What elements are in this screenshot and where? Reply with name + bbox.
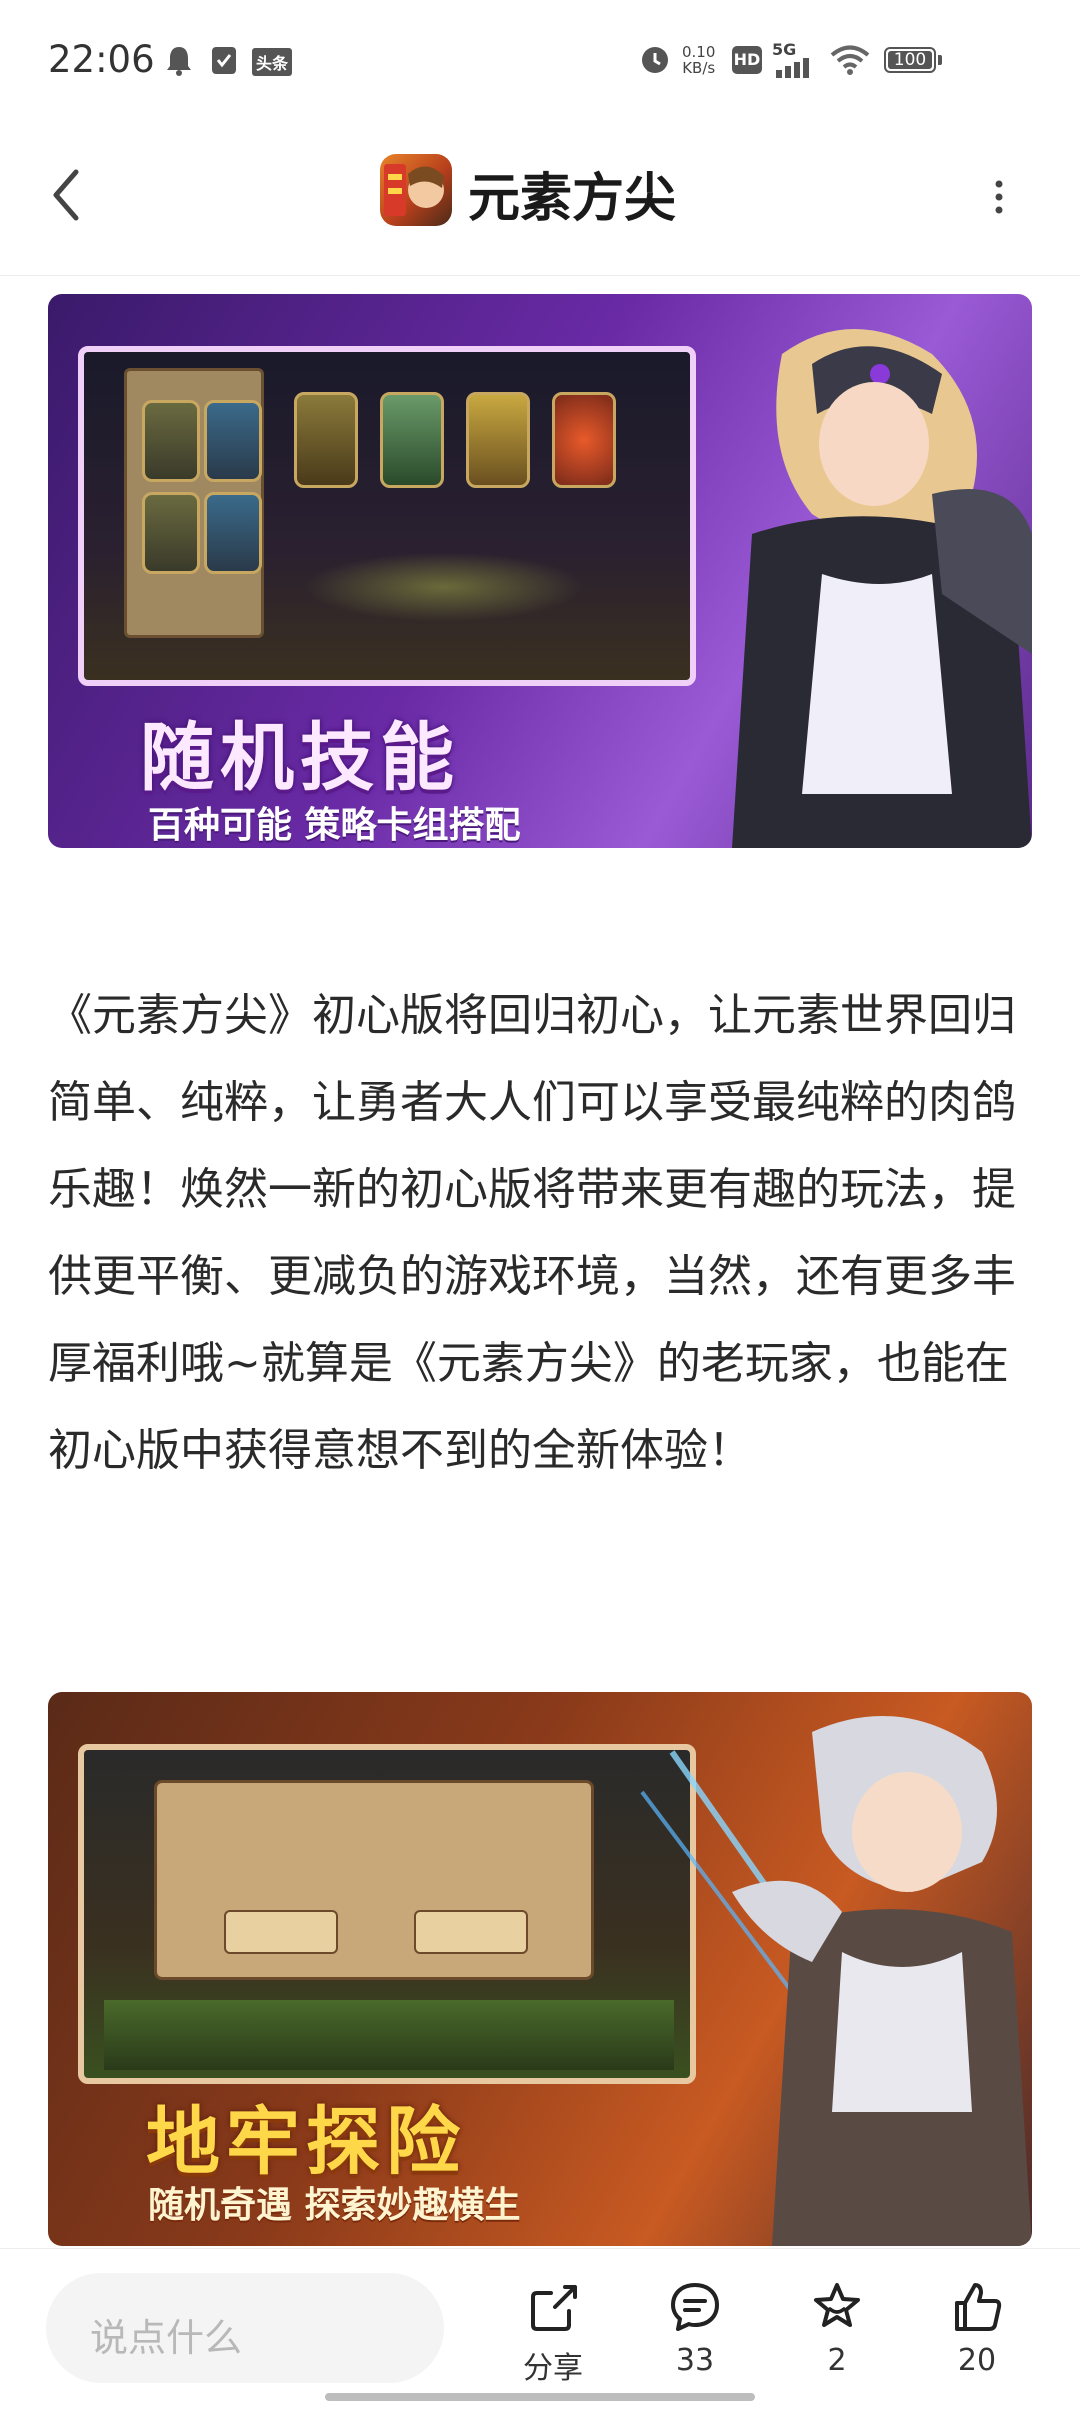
dialog-option <box>224 1910 338 1954</box>
status-bar: 22:06 头条 0.10 KB/s HD 5G 100 <box>0 0 1080 120</box>
battle-ground <box>304 552 584 622</box>
more-vertical-icon[interactable] <box>984 172 1014 222</box>
net-speed: 0.10 KB/s <box>682 44 715 76</box>
skill-card <box>552 392 616 488</box>
banner-headline: 地牢探险 <box>146 2099 466 2185</box>
skill-card <box>204 492 262 574</box>
home-indicator[interactable] <box>325 2393 755 2401</box>
skill-card <box>142 400 200 482</box>
net-speed-unit: KB/s <box>682 59 716 77</box>
battery-icon: 100 <box>884 47 942 73</box>
battle-ground <box>104 2000 674 2070</box>
share-label: 分享 <box>523 2351 583 2386</box>
hd-badge: HD <box>732 46 762 74</box>
top-nav: 元素方尖 <box>0 120 1080 276</box>
back-arrow-icon[interactable] <box>42 160 92 230</box>
character-illustration <box>640 1716 1032 2246</box>
share-icon <box>531 2285 577 2331</box>
battery-level: 100 <box>888 51 932 69</box>
signal-icon <box>776 58 809 78</box>
comment-input[interactable]: 说点什么 <box>46 2273 444 2383</box>
banner-subline: 随机奇遇 探索妙趣横生 <box>148 2185 521 2226</box>
event-dialog <box>154 1780 594 1980</box>
promo-banner-dungeon[interactable]: 地牢探险 随机奇遇 探索妙趣横生 <box>48 1692 1032 2246</box>
skill-card <box>294 392 358 488</box>
favorite-button[interactable]: 2 <box>792 2279 882 2378</box>
article-paragraph: 《元素方尖》初心版将回归初心，让元素世界回归简单、纯粹，让勇者大人们可以享受最纯… <box>48 990 1016 1476</box>
skill-card <box>380 392 444 488</box>
wifi-icon <box>830 45 870 75</box>
skill-card <box>204 400 262 482</box>
share-button[interactable]: 分享 <box>508 2279 598 2387</box>
game-screenshot <box>78 1744 696 2084</box>
promo-banner-random-skills[interactable]: 随机技能 百种可能 策略卡组搭配 <box>48 294 1032 848</box>
check-square-icon <box>212 47 236 74</box>
status-time: 22:06 <box>48 38 155 81</box>
comments-count: 33 <box>675 2343 715 2378</box>
dialog-option <box>414 1910 528 1954</box>
favorites-count: 2 <box>827 2343 847 2378</box>
likes-count: 20 <box>957 2343 997 2378</box>
net-speed-value: 0.10 <box>682 43 716 61</box>
like-button[interactable]: 20 <box>932 2279 1022 2378</box>
skill-card <box>466 392 530 488</box>
skill-card <box>142 492 200 574</box>
page-title: 元素方尖 <box>468 169 677 229</box>
comment-placeholder: 说点什么 <box>90 2316 243 2360</box>
app-icon <box>380 154 452 226</box>
bell-icon <box>167 47 191 76</box>
banner-headline: 随机技能 <box>140 715 460 801</box>
alarm-icon <box>642 47 668 73</box>
game-screenshot <box>78 346 696 686</box>
star-icon <box>814 2283 860 2327</box>
bottom-action-bar: 说点什么 分享 33 2 20 <box>0 2248 1080 2409</box>
comment-icon <box>671 2283 719 2331</box>
thumbs-up-icon <box>955 2283 1002 2331</box>
character-illustration <box>732 329 1032 848</box>
banner-subline: 百种可能 策略卡组搭配 <box>148 805 521 846</box>
comments-button[interactable]: 33 <box>650 2279 740 2378</box>
toutiao-badge: 头条 <box>252 48 293 76</box>
